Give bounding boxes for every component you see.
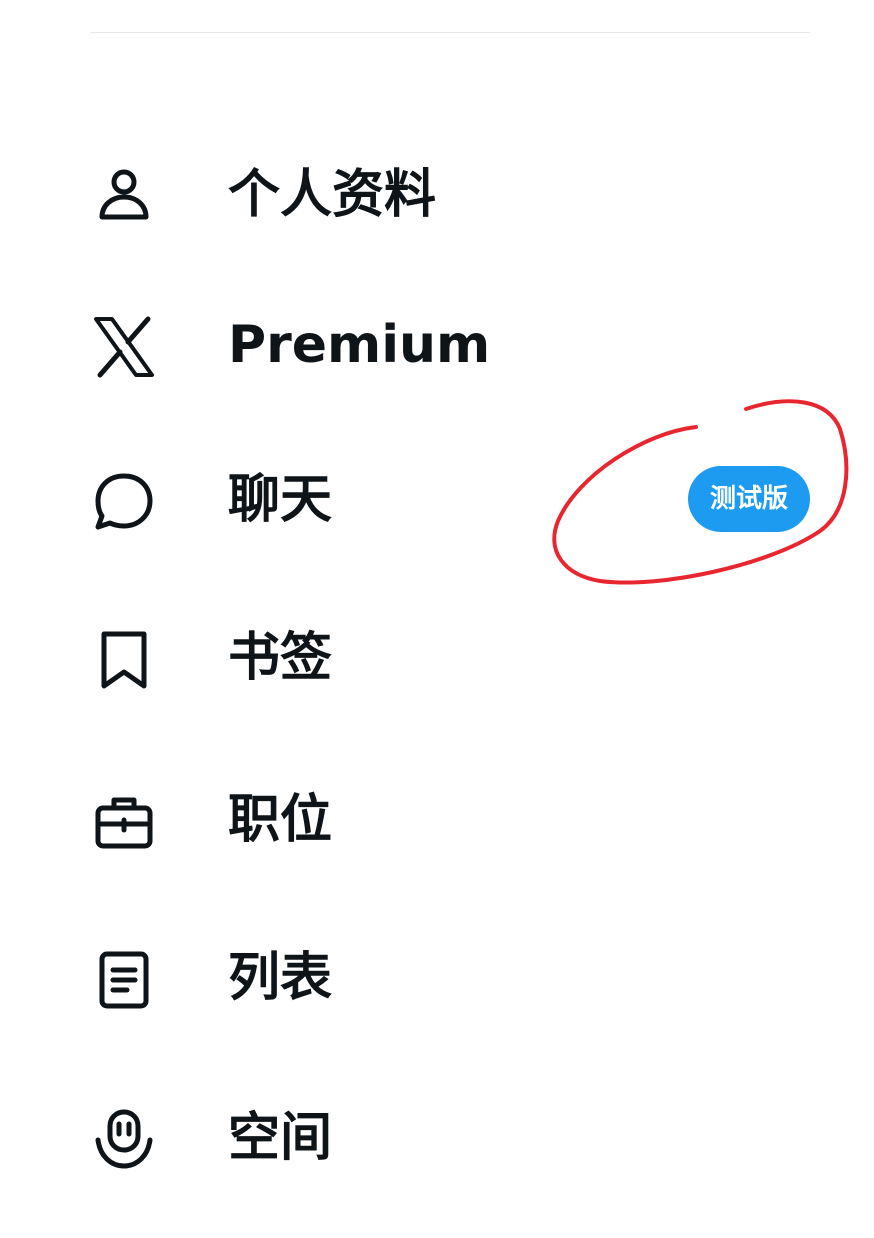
spaces-icon	[92, 1108, 156, 1172]
menu-item-spaces[interactable]: 空间	[0, 1078, 874, 1198]
menu-item-label: 个人资料	[228, 165, 437, 225]
menu-item-label: 聊天	[228, 470, 333, 530]
menu-item-label: 书签	[228, 628, 333, 688]
menu-item-premium[interactable]: Premium	[0, 285, 874, 405]
menu-item-label: 列表	[228, 948, 333, 1008]
briefcase-icon	[92, 790, 156, 854]
menu-item-label: 空间	[228, 1108, 333, 1168]
side-menu: 个人资料 Premium 聊天 书签 职位 列表 空间	[0, 0, 874, 1238]
person-icon	[92, 165, 156, 229]
menu-item-label: Premium	[228, 315, 491, 375]
menu-item-bookmarks[interactable]: 书签	[0, 598, 874, 718]
chat-bubble-icon	[92, 470, 156, 534]
menu-item-profile[interactable]: 个人资料	[0, 135, 874, 255]
list-icon	[92, 948, 156, 1012]
x-logo-icon	[92, 315, 156, 379]
menu-item-lists[interactable]: 列表	[0, 918, 874, 1038]
beta-badge: 测试版	[688, 466, 810, 532]
menu-item-jobs[interactable]: 职位	[0, 760, 874, 880]
menu-item-label: 职位	[228, 790, 333, 850]
bookmark-icon	[92, 628, 156, 692]
